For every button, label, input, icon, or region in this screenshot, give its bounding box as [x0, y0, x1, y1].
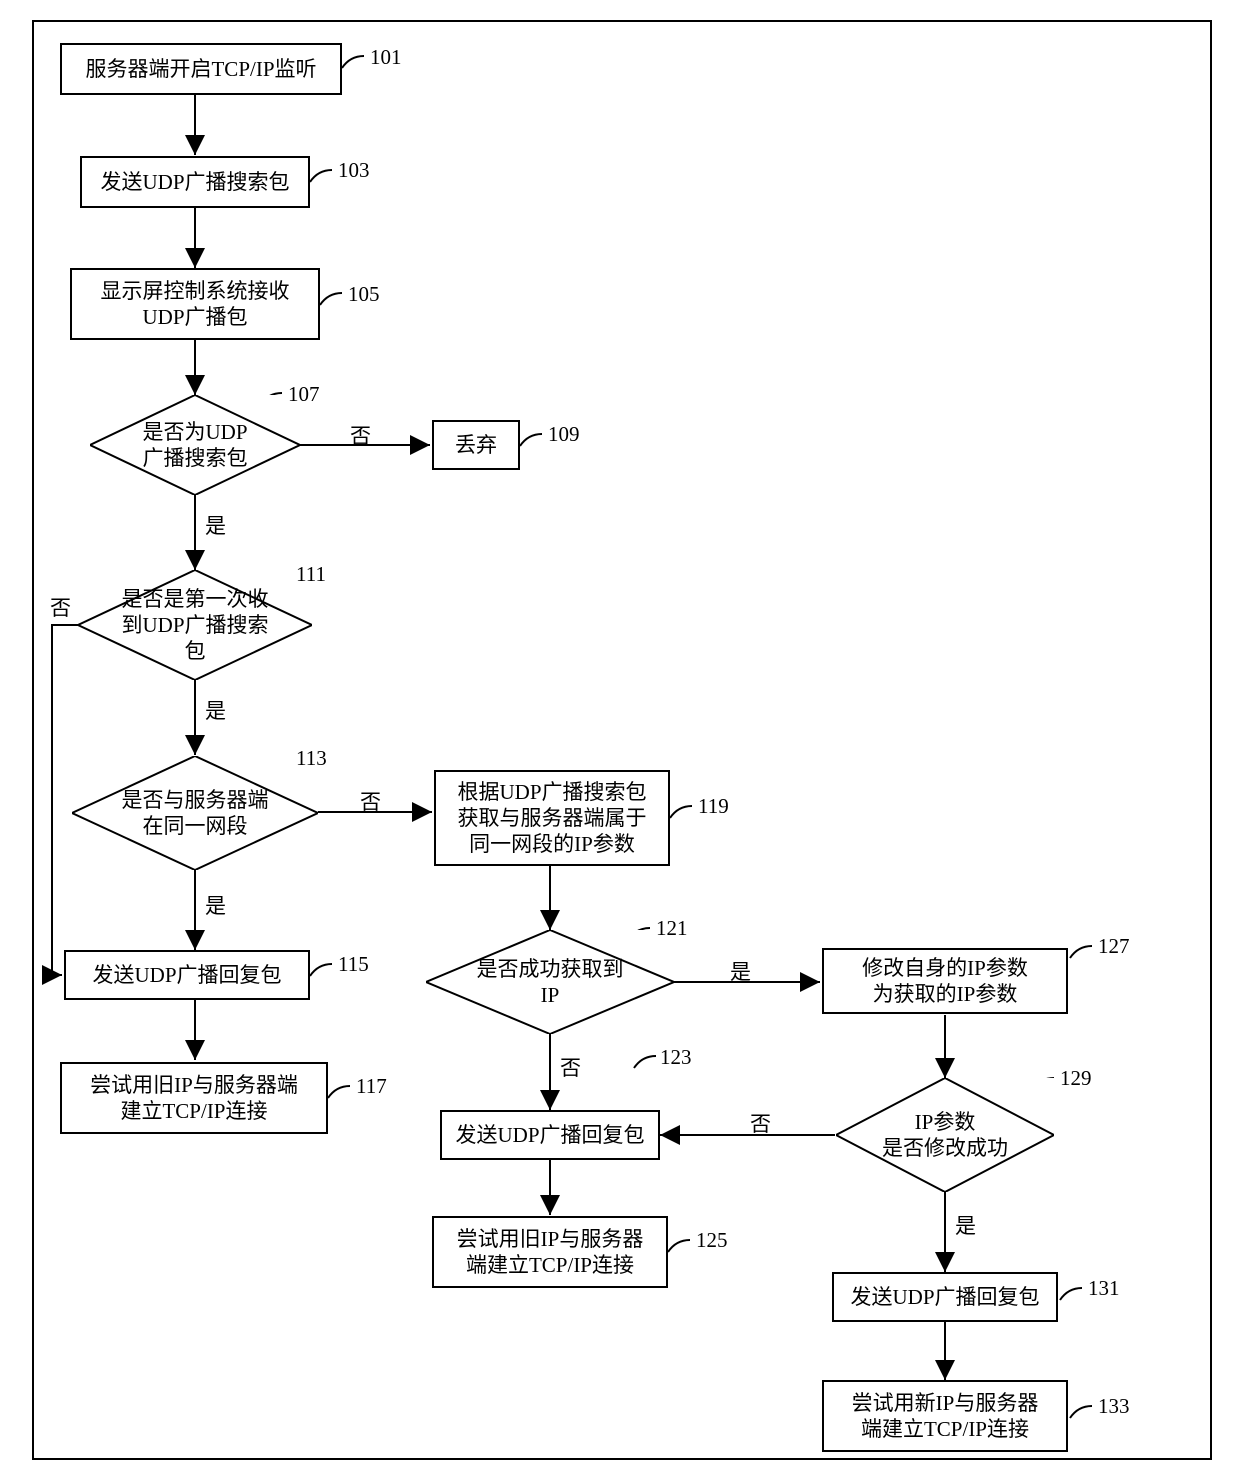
node-text: 服务器端开启TCP/IP监听	[85, 56, 316, 82]
node-113: 是否与服务器端 在同一网段	[72, 756, 318, 870]
ref-111: 111	[296, 562, 326, 587]
ref-127: 127	[1098, 934, 1130, 959]
node-text: 发送UDP广播回复包	[92, 962, 281, 988]
node-115: 发送UDP广播回复包	[64, 950, 310, 1000]
ref-113: 113	[296, 746, 327, 771]
node-127: 修改自身的IP参数 为获取的IP参数	[822, 948, 1068, 1014]
ref-101: 101	[370, 45, 402, 70]
ref-131: 131	[1088, 1276, 1120, 1301]
node-123: 发送UDP广播回复包	[440, 1110, 660, 1160]
edge-label-no: 否	[350, 420, 371, 450]
node-text: 尝试用新IP与服务器 端建立TCP/IP连接	[852, 1390, 1039, 1443]
node-text: 发送UDP广播搜索包	[100, 169, 289, 195]
node-text: 是否与服务器端 在同一网段	[122, 787, 269, 840]
node-text: 尝试用旧IP与服务器端 建立TCP/IP连接	[90, 1072, 298, 1125]
edge-label-yes: 是	[955, 1210, 976, 1240]
node-text: 丢弃	[455, 432, 497, 458]
edge-label-yes: 是	[205, 510, 226, 540]
node-text: 是否成功获取到IP	[471, 956, 630, 1009]
node-111: 是否是第一次收 到UDP广播搜索包	[78, 570, 312, 680]
ref-105: 105	[348, 282, 380, 307]
node-text: 是否是第一次收 到UDP广播搜索包	[120, 586, 270, 665]
ref-109: 109	[548, 422, 580, 447]
edge-label-yes: 是	[205, 890, 226, 920]
node-text: IP参数 是否修改成功	[882, 1109, 1008, 1162]
edge-label-no: 否	[50, 592, 71, 622]
node-text: 是否为UDP 广播搜索包	[142, 419, 247, 472]
node-101: 服务器端开启TCP/IP监听	[60, 43, 342, 95]
ref-117: 117	[356, 1074, 387, 1099]
node-109: 丢弃	[432, 420, 520, 470]
ref-121: 121	[656, 916, 688, 941]
node-103: 发送UDP广播搜索包	[80, 156, 310, 208]
edge-label-yes: 是	[730, 956, 751, 986]
node-129: IP参数 是否修改成功	[836, 1078, 1054, 1192]
node-131: 发送UDP广播回复包	[832, 1272, 1058, 1322]
ref-107: 107	[288, 382, 320, 407]
node-text: 发送UDP广播回复包	[850, 1284, 1039, 1310]
edge-label-no: 否	[750, 1108, 771, 1138]
node-107: 是否为UDP 广播搜索包	[90, 395, 300, 495]
node-text: 根据UDP广播搜索包 获取与服务器端属于 同一网段的IP参数	[457, 779, 646, 858]
node-text: 尝试用旧IP与服务器 端建立TCP/IP连接	[457, 1226, 644, 1279]
node-125: 尝试用旧IP与服务器 端建立TCP/IP连接	[432, 1216, 668, 1288]
ref-133: 133	[1098, 1394, 1130, 1419]
ref-115: 115	[338, 952, 369, 977]
node-text: 修改自身的IP参数 为获取的IP参数	[862, 955, 1028, 1008]
node-text: 发送UDP广播回复包	[455, 1122, 644, 1148]
ref-123: 123	[660, 1045, 692, 1070]
edge-label-no: 否	[560, 1052, 581, 1082]
node-119: 根据UDP广播搜索包 获取与服务器端属于 同一网段的IP参数	[434, 770, 670, 866]
ref-103: 103	[338, 158, 370, 183]
edge-label-no: 否	[360, 786, 381, 816]
ref-129: 129	[1060, 1066, 1092, 1091]
ref-119: 119	[698, 794, 729, 819]
node-117: 尝试用旧IP与服务器端 建立TCP/IP连接	[60, 1062, 328, 1134]
node-105: 显示屏控制系统接收 UDP广播包	[70, 268, 320, 340]
node-121: 是否成功获取到IP	[426, 930, 674, 1034]
node-text: 显示屏控制系统接收 UDP广播包	[101, 278, 290, 331]
ref-125: 125	[696, 1228, 728, 1253]
node-133: 尝试用新IP与服务器 端建立TCP/IP连接	[822, 1380, 1068, 1452]
edge-label-yes: 是	[205, 695, 226, 725]
